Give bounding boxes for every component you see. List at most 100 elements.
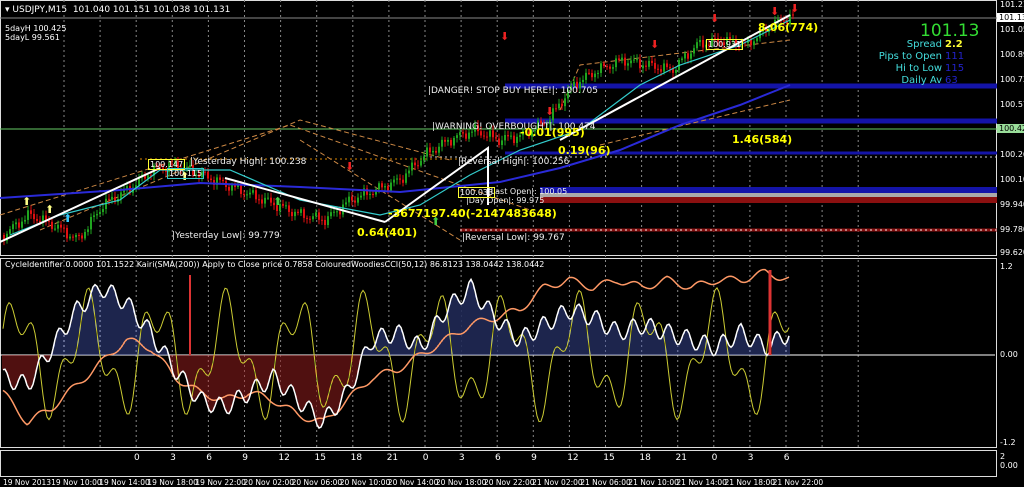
candle-body (255, 190, 257, 200)
candle-body (252, 190, 254, 193)
hour-label: 15 (603, 453, 615, 463)
candle-body (654, 62, 656, 69)
candle-body (222, 179, 224, 182)
hour-label: 18 (350, 453, 363, 463)
daily-av-label: Daily Av (901, 75, 942, 86)
candle-body (24, 219, 26, 222)
candle-body (639, 59, 641, 69)
candle-body (309, 218, 311, 220)
candle-body (408, 170, 410, 174)
candle-body (429, 147, 431, 153)
price-chart[interactable]: ⬆⬆⬆⬆⬆⬇⬇⬇⬇⬇ ⬇⬇⬆ (0, 0, 1000, 486)
indicator-axis-top: 1.2 (1000, 262, 1013, 271)
candle-body (753, 41, 755, 46)
down-arrow-icon: ⬇ (770, 5, 779, 18)
candle-body (513, 135, 515, 143)
candle-body (498, 138, 500, 146)
hour-axis-right-top: 2 (1000, 452, 1006, 461)
candle-body (417, 165, 419, 167)
candle-body (675, 69, 677, 73)
up-arrow-icon: ⬆ (45, 203, 54, 216)
candle-body (51, 221, 53, 229)
candle-body (699, 39, 701, 43)
oscillator (0, 268, 995, 430)
down-arrow-icon: ⬇ (650, 38, 659, 51)
down-arrow-icon: ⬇ (545, 105, 554, 118)
indicator-title: CycleIdentifier 0.0000 101.1522 Kairi(SM… (5, 260, 545, 269)
candle-body (600, 63, 602, 73)
candle-body (630, 60, 632, 64)
candle-body (483, 135, 485, 137)
reversal-high-label: |Reversal High|: 100.256 (458, 157, 570, 167)
candle-body (468, 132, 470, 139)
annotation-3: 0.19(96) (558, 144, 611, 157)
candle-body (30, 210, 32, 214)
candle-body (684, 53, 686, 59)
candle-body (21, 221, 23, 228)
candle-body (249, 192, 251, 195)
info-price: 101.13 (920, 21, 980, 41)
candle-body (93, 215, 95, 217)
price-axis-tick: 101.215 (1000, 0, 1024, 9)
close-value: 101.131 (193, 5, 231, 15)
candle-body (81, 235, 83, 239)
candle-body (84, 231, 86, 239)
candle-body (438, 146, 440, 153)
hour-axis-right-bottom: 0.00 (1000, 461, 1018, 470)
candle-body (258, 199, 260, 201)
candle-body (501, 140, 503, 146)
fiveday-high-tag: 100.425 (997, 124, 1024, 133)
candle-body (348, 196, 350, 203)
candle-body (57, 224, 59, 229)
chart-header[interactable]: ▾ USDJPY,M15 101.040 101.151 101.038 101… (5, 5, 231, 15)
candle-body (462, 132, 464, 134)
daily-av-value: 63 (945, 75, 958, 86)
candle-body (507, 135, 509, 137)
candle-body (486, 136, 488, 138)
candle-body (690, 53, 692, 59)
candle-body (18, 222, 20, 228)
candle-body (378, 183, 380, 190)
candle-body (681, 58, 683, 61)
candle-body (459, 132, 461, 136)
candle-body (660, 69, 662, 72)
candle-body (297, 211, 299, 213)
candle-body (696, 42, 698, 49)
hi-low-value: 115 (945, 63, 965, 74)
candle-body (657, 68, 659, 70)
candle-body (72, 236, 74, 238)
down-arrow-icon: ⬇ (345, 160, 354, 173)
candle-body (300, 209, 302, 213)
hour-label: 15 (314, 453, 326, 463)
candle-body (99, 212, 101, 215)
symbol-label: USDJPY,M15 (12, 5, 68, 15)
candle-body (336, 211, 338, 213)
candle-body (591, 73, 593, 78)
candle-body (651, 60, 653, 63)
hour-label: 3 (458, 453, 465, 463)
candle-body (90, 216, 92, 230)
candle-body (450, 139, 452, 146)
low-value: 101.038 (153, 5, 191, 15)
indicator-axis-zero: 0.00 (1000, 350, 1018, 359)
candle-body (294, 211, 296, 217)
high-value: 101.151 (112, 5, 151, 15)
candle-body (345, 202, 347, 205)
fiveday-high: 5dayH 100.425 (5, 24, 67, 33)
candle-body (324, 219, 326, 226)
yesterday-low-label: |Yesterday Low|: 99.779 (172, 231, 280, 241)
candle-body (687, 53, 689, 59)
candle-body (609, 66, 611, 69)
candle-body (246, 194, 248, 196)
candle-body (12, 224, 14, 230)
candle-body (393, 179, 395, 183)
hour-label: 21 (675, 453, 687, 463)
candle-body (597, 72, 599, 74)
candle-body (447, 139, 449, 142)
candle-body (465, 133, 467, 139)
hour-label: 9 (531, 453, 537, 463)
candle-body (435, 150, 437, 153)
candle-body (420, 160, 422, 166)
candle-body (306, 217, 308, 219)
hour-label: 21 (386, 453, 399, 463)
